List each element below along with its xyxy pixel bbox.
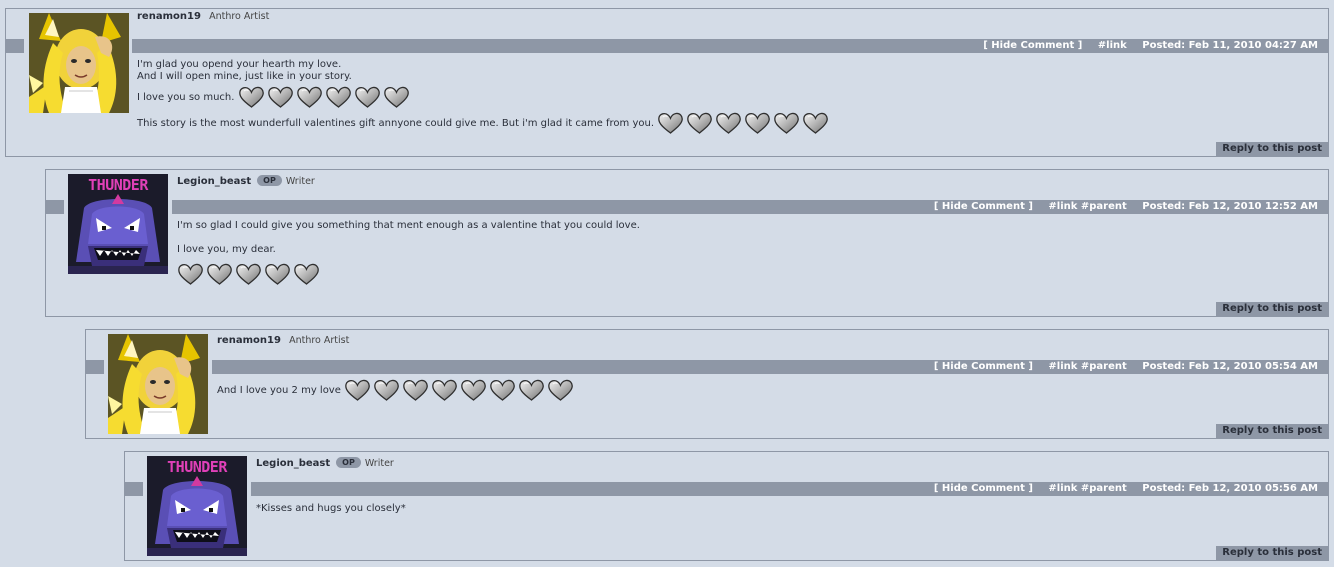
heart-icon <box>344 378 371 402</box>
avatar[interactable]: THUNDER <box>68 174 168 274</box>
heart-icon <box>293 262 320 286</box>
comment-2: THUNDER Legion_beast OP Writer [ Hide Comm… <box>45 169 1329 317</box>
hearts-row <box>177 262 322 286</box>
heart-icon <box>296 85 323 109</box>
hide-comment-link[interactable]: [ Hide Comment ] <box>983 40 1082 51</box>
comment-body: I'm so glad I could give you something t… <box>177 220 640 286</box>
heart-icon <box>206 262 233 286</box>
comment-line-with-hearts: This story is the most wunderfull valent… <box>137 111 831 135</box>
comment-line-with-hearts: I love you so much. <box>137 85 831 109</box>
heart-icon <box>431 378 458 402</box>
op-badge: OP <box>257 175 282 186</box>
comment-toolbar: [ Hide Comment ] #link #parent Posted: F… <box>212 360 1328 374</box>
avatar-text: THUNDER <box>88 176 148 194</box>
comment-3: renamon19 Anthro Artist [ Hide Comment ]… <box>85 329 1329 439</box>
reply-button[interactable]: Reply to this post <box>1216 302 1328 316</box>
heart-icon <box>489 378 516 402</box>
hearts-row <box>344 378 576 402</box>
user-title: Writer <box>364 458 394 469</box>
heart-icon <box>686 111 713 135</box>
left-stub <box>6 39 24 53</box>
comment-header: Legion_beast OP Writer <box>177 175 315 187</box>
hearts-row <box>657 111 831 135</box>
heart-icon <box>744 111 771 135</box>
posted-date: Posted: Feb 11, 2010 04:27 AM <box>1142 40 1318 51</box>
hearts-row <box>238 85 412 109</box>
comment-toolbar: [ Hide Comment ] #link #parent Posted: F… <box>172 200 1328 214</box>
avatar[interactable] <box>29 13 129 113</box>
heart-icon <box>518 378 545 402</box>
left-stub <box>46 200 64 214</box>
heart-icon <box>802 111 829 135</box>
username[interactable]: Legion_beast <box>256 458 330 469</box>
posted-date: Posted: Feb 12, 2010 12:52 AM <box>1142 201 1318 212</box>
avatar[interactable] <box>108 334 208 434</box>
heart-icon <box>267 85 294 109</box>
comment-toolbar: [ Hide Comment ] #link Posted: Feb 11, 2… <box>132 39 1328 53</box>
comment-toolbar: [ Hide Comment ] #link #parent Posted: F… <box>251 482 1328 496</box>
comment-line: This story is the most wunderfull valent… <box>137 118 655 129</box>
avatar-text: THUNDER <box>167 458 227 476</box>
posted-date: Posted: Feb 12, 2010 05:56 AM <box>1142 483 1318 494</box>
heart-icon <box>383 85 410 109</box>
comment-body: *Kisses and hugs you closely* <box>256 503 406 515</box>
reply-button[interactable]: Reply to this post <box>1216 142 1328 156</box>
hearts-line <box>177 262 640 286</box>
comment-header: renamon19 Anthro Artist <box>137 11 269 22</box>
permalink-links[interactable]: #link #parent <box>1048 361 1126 372</box>
heart-icon <box>657 111 684 135</box>
left-stub <box>86 360 104 374</box>
heart-icon <box>264 262 291 286</box>
username[interactable]: renamon19 <box>217 335 281 346</box>
avatar[interactable]: THUNDER <box>147 456 247 556</box>
hide-comment-link[interactable]: [ Hide Comment ] <box>934 361 1033 372</box>
permalink-links[interactable]: #link <box>1098 40 1127 51</box>
heart-icon <box>325 85 352 109</box>
comment-body: And I love you 2 my love <box>217 378 576 402</box>
heart-icon <box>460 378 487 402</box>
user-title: Anthro Artist <box>209 11 270 22</box>
reply-button[interactable]: Reply to this post <box>1216 424 1328 438</box>
comment-header: Legion_beast OP Writer <box>256 457 394 469</box>
posted-date: Posted: Feb 12, 2010 05:54 AM <box>1142 361 1318 372</box>
reply-button[interactable]: Reply to this post <box>1216 546 1328 560</box>
comment-header: renamon19 Anthro Artist <box>217 335 349 346</box>
heart-icon <box>773 111 800 135</box>
comment-1: renamon19 Anthro Artist [ Hide Comment ]… <box>5 8 1329 157</box>
comment-line: And I love you 2 my love <box>217 385 341 396</box>
comment-line-with-hearts: And I love you 2 my love <box>217 378 576 402</box>
comment-4: THUNDER Legion_beast OP Writer [ Hide Comm… <box>124 451 1329 561</box>
heart-icon <box>373 378 400 402</box>
left-stub <box>125 482 143 496</box>
heart-icon <box>238 85 265 109</box>
op-badge: OP <box>336 457 361 468</box>
permalink-links[interactable]: #link #parent <box>1048 483 1126 494</box>
heart-icon <box>402 378 429 402</box>
comment-line: I'm glad you opend your hearth my love. <box>137 59 342 70</box>
heart-icon <box>354 85 381 109</box>
heart-icon <box>235 262 262 286</box>
hide-comment-link[interactable]: [ Hide Comment ] <box>934 201 1033 212</box>
comment-line: *Kisses and hugs you closely* <box>256 503 406 514</box>
heart-icon <box>547 378 574 402</box>
hide-comment-link[interactable]: [ Hide Comment ] <box>934 483 1033 494</box>
username[interactable]: Legion_beast <box>177 176 251 187</box>
heart-icon <box>177 262 204 286</box>
permalink-links[interactable]: #link #parent <box>1048 201 1126 212</box>
heart-icon <box>715 111 742 135</box>
comment-body: I'm glad you opend your hearth my love. … <box>137 59 831 135</box>
comment-line: I'm so glad I could give you something t… <box>177 220 640 231</box>
username[interactable]: renamon19 <box>137 11 201 22</box>
comment-line: And I will open mine, just like in your … <box>137 71 352 82</box>
user-title: Anthro Artist <box>289 335 350 346</box>
comment-line: I love you, my dear. <box>177 244 276 255</box>
user-title: Writer <box>285 176 315 187</box>
comment-line: I love you so much. <box>137 92 235 103</box>
